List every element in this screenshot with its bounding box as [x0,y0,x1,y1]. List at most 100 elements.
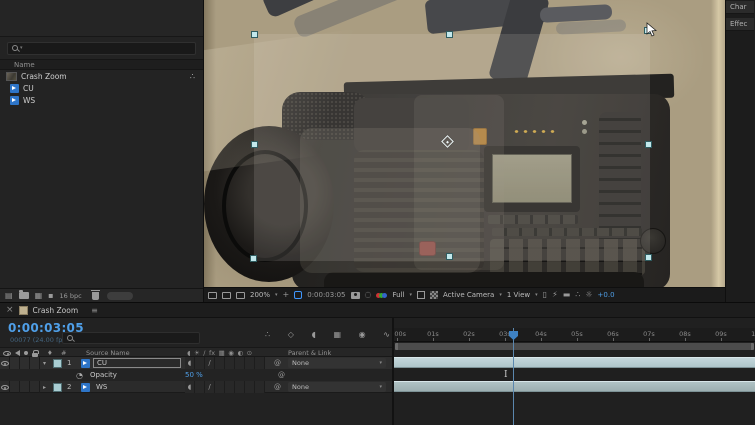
chevron-down-icon[interactable]: ▾ [499,292,502,298]
3d-icon[interactable]: ⊙ [247,349,252,357]
layer-switches[interactable]: ◖ / [185,357,265,369]
panel-menu-icon[interactable]: ≡ [91,306,98,315]
view-mode-popup[interactable]: Active Camera [443,291,494,299]
motion-blur-icon[interactable]: ◉ [359,330,366,339]
selection-handle-bottom-center[interactable] [446,253,453,260]
timeline-search-input[interactable] [62,332,200,344]
show-snapshot-icon[interactable]: ◌ [365,291,372,299]
lock-column-icon[interactable] [32,349,39,357]
display-color-icon[interactable] [236,291,245,299]
color-depth-label[interactable]: 16 bpc [60,292,82,300]
fx-icon[interactable]: fx [209,349,215,357]
delete-icon[interactable] [90,289,100,300]
motion-blur-icon[interactable]: ◉ [228,349,234,357]
chevron-down-icon[interactable]: ▾ [535,292,538,298]
layer-bar-ws[interactable] [394,381,755,392]
layer-visibility-toggle[interactable] [0,384,9,390]
selection-handle-bottom-right[interactable] [645,254,652,261]
flowchart-icon[interactable]: ∴ [575,291,580,299]
draft-3d-icon[interactable]: ◇ [288,330,294,339]
parent-dropdown[interactable]: None ▾ [288,358,386,368]
layer-label-color[interactable] [53,382,62,392]
channel-settings-icon[interactable] [376,292,388,298]
chevron-down-icon[interactable]: ▾ [409,292,412,298]
layer-row-ws[interactable]: ▸ 2 WS ◖ / @ None ▾ [0,381,392,393]
frame-blend-icon[interactable]: ▦ [219,349,225,357]
work-area-bar[interactable] [395,343,754,350]
layer-name-ws[interactable]: WS [96,381,107,393]
pixel-aspect-icon[interactable]: ▯ [543,291,547,299]
preview-monitor-icon[interactable] [208,291,217,299]
viewer-timecode[interactable]: 0:00:03:05 [307,291,345,299]
exposure-value[interactable]: +0.0 [598,291,615,299]
selection-handle-top-center[interactable] [446,31,453,38]
hide-shy-layers-icon[interactable]: ◖ [312,330,316,339]
new-composition-icon[interactable]: ▦ [35,291,43,300]
project-search-input[interactable]: ▾ [7,41,196,55]
collapse-icon[interactable]: ☀ [194,349,200,357]
parent-pickwhip-icon[interactable]: @ [274,357,281,369]
audio-column-icon[interactable] [15,350,20,356]
layer-number: 1 [67,359,72,367]
timeline-panel: × Crash Zoom ≡ 0:00:03:05 00077 (24.00 f… [0,302,755,425]
project-item-crash-zoom[interactable]: Crash Zoom ∴ [0,70,203,82]
magnification-popup[interactable]: 200% [250,291,270,299]
selection-handle-bottom-left[interactable] [250,255,257,262]
tab-character[interactable]: Char [726,1,754,14]
close-icon[interactable]: × [6,305,14,315]
adjustment-icon[interactable]: ◐ [237,349,243,357]
mirror-monitor-icon[interactable] [222,291,231,299]
interpret-footage-icon[interactable]: ▤ [5,291,13,300]
fast-previews-icon[interactable]: ⚡ [552,291,558,299]
timeline-tab-title[interactable]: Crash Zoom [33,306,79,315]
project-settings-icon[interactable]: ▪ [48,291,53,300]
property-name[interactable]: Opacity [90,369,117,381]
selection-handle-top-left[interactable] [251,31,258,38]
transparency-grid-icon[interactable] [429,291,438,299]
project-name-column-header[interactable]: Name [0,59,203,70]
reset-exposure-icon[interactable]: ☼ [585,291,592,299]
tab-effects-presets[interactable]: Effec [726,18,754,31]
chevron-down-icon[interactable]: ▾ [275,292,278,298]
parent-pickwhip-icon[interactable]: @ [274,381,281,393]
mask-visibility-icon[interactable] [294,291,303,299]
after-effects-window: ▾ Name Crash Zoom ∴ CU WS ▤ ▦ ▪ 16 bpc 2… [0,0,755,425]
snapshot-icon[interactable] [350,291,360,299]
timeline-button-icon[interactable]: ▬ [563,291,571,299]
selection-handle-mid-right[interactable] [645,141,652,148]
stopwatch-icon[interactable]: ◔ [76,369,83,381]
view-layout-popup[interactable]: 1 View [507,291,530,299]
frame-blending-icon[interactable]: ▦ [333,330,341,339]
solo-column-icon[interactable] [24,351,28,355]
video-column-icon[interactable] [3,350,11,356]
resolution-popup[interactable]: Full [392,291,404,299]
selection-handle-mid-left[interactable] [251,141,258,148]
layer-selection-bounds[interactable] [254,34,650,261]
playhead[interactable] [509,328,518,425]
collapsed-chevron-icon[interactable]: ▸ [43,381,46,393]
layer-visibility-toggle[interactable] [0,360,9,366]
shy-icon[interactable]: ◖ [187,349,190,357]
quality-icon[interactable]: / [203,349,205,357]
layer-name-cu[interactable]: CU [93,358,181,368]
graph-editor-icon[interactable]: ∿ [383,330,390,339]
search-options-chevron-icon[interactable]: ▾ [20,45,23,51]
parent-dropdown[interactable]: None ▾ [288,382,386,392]
expand-chevron-icon[interactable]: ▾ [43,357,46,369]
mini-flowchart-icon[interactable]: ∴ [265,330,270,339]
composition-canvas[interactable] [204,0,725,287]
region-of-interest-icon[interactable] [416,291,425,299]
layer-row-cu[interactable]: ▾ 1 CU ◖ / @ None ▾ [0,357,392,369]
layer-switches[interactable]: ◖ / [185,381,265,393]
project-item-ws[interactable]: WS [0,94,203,106]
time-ruler[interactable]: 0:00s01s02s03s04s05s06s07s08s09s10s [394,328,755,342]
horizontal-scrollbar[interactable] [106,291,133,300]
new-folder-icon[interactable] [18,290,29,299]
opacity-value[interactable]: 50 % [185,369,203,381]
property-pickwhip-icon[interactable]: @ [278,369,285,381]
layer-label-color[interactable] [53,358,62,368]
grid-guides-icon[interactable]: + [283,291,290,299]
property-row-opacity[interactable]: ◔ Opacity 50 % @ [0,369,392,381]
layer-bar-cu[interactable] [394,357,755,368]
project-item-cu[interactable]: CU [0,82,203,94]
